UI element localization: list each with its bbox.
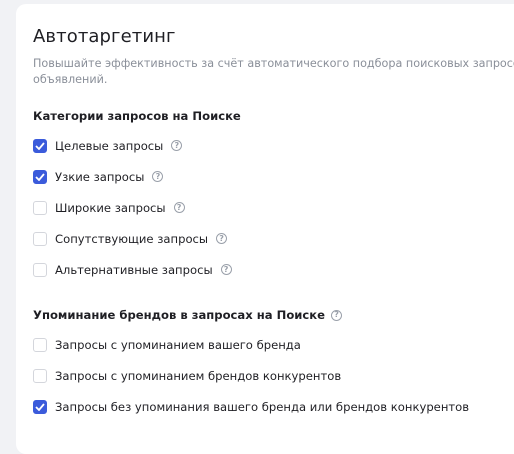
brands-heading: Упоминание брендов в запросах на Поиске … (33, 307, 514, 323)
checkbox-label: Узкие запросы (55, 169, 145, 184)
description-line-1: Повышайте эффективность за счёт автомати… (33, 57, 514, 70)
checkbox[interactable] (33, 231, 47, 246)
categories-heading-label: Категории запросов на Поиске (33, 109, 241, 123)
checkbox-row-related-queries[interactable]: Сопутствующие запросы ? (33, 223, 514, 254)
checkbox-label: Целевые запросы (55, 138, 164, 153)
checkbox[interactable] (33, 337, 47, 352)
checkbox-label: Запросы с упоминанием вашего бренда (55, 337, 301, 352)
question-circle-icon[interactable]: ? (331, 309, 343, 321)
categories-heading: Категории запросов на Поиске (33, 108, 514, 124)
question-circle-icon[interactable]: ? (152, 171, 164, 182)
checkbox-label: Запросы с упоминанием брендов конкуренто… (55, 368, 342, 383)
check-icon (35, 141, 45, 150)
checkbox-row-target-queries[interactable]: Целевые запросы ? (33, 130, 514, 161)
checkbox[interactable] (33, 138, 47, 153)
checkbox[interactable] (33, 169, 47, 184)
checkbox-label: Альтернативные запросы (55, 262, 213, 277)
categories-list: Целевые запросы ? Узкие запросы ? Широки… (33, 130, 514, 285)
checkbox[interactable] (33, 262, 47, 277)
description: Повышайте эффективность за счёт автомати… (33, 56, 514, 88)
checkbox-label: Запросы без упоминания вашего бренда или… (55, 399, 470, 414)
checkbox-row-competitor-brands[interactable]: Запросы с упоминанием брендов конкуренто… (33, 360, 514, 391)
autotargeting-card: Автотаргетинг Повышайте эффективность за… (16, 4, 514, 454)
checkbox[interactable] (33, 399, 47, 414)
checkbox-label: Сопутствующие запросы (55, 231, 209, 246)
checkbox-row-own-brand[interactable]: Запросы с упоминанием вашего бренда (33, 329, 514, 360)
checkbox-label: Широкие запросы (55, 200, 166, 215)
question-circle-icon[interactable]: ? (220, 264, 232, 275)
page-title: Автотаргетинг (33, 26, 176, 47)
brands-heading-label: Упоминание брендов в запросах на Поиске (33, 308, 326, 322)
check-icon (35, 402, 45, 411)
question-circle-icon[interactable]: ? (171, 140, 183, 151)
checkbox-row-alternative-queries[interactable]: Альтернативные запросы ? (33, 254, 514, 285)
question-circle-icon[interactable]: ? (173, 202, 185, 213)
brands-list: Запросы с упоминанием вашего бренда Запр… (33, 329, 514, 422)
description-line-2: объявлений. (33, 73, 108, 86)
checkbox-row-broad-queries[interactable]: Широкие запросы ? (33, 192, 514, 223)
checkbox[interactable] (33, 368, 47, 383)
check-icon (35, 172, 45, 181)
checkbox[interactable] (33, 200, 47, 215)
checkbox-row-narrow-queries[interactable]: Узкие запросы ? (33, 161, 514, 192)
question-circle-icon[interactable]: ? (216, 233, 228, 244)
checkbox-row-no-brand[interactable]: Запросы без упоминания вашего бренда или… (33, 391, 514, 422)
